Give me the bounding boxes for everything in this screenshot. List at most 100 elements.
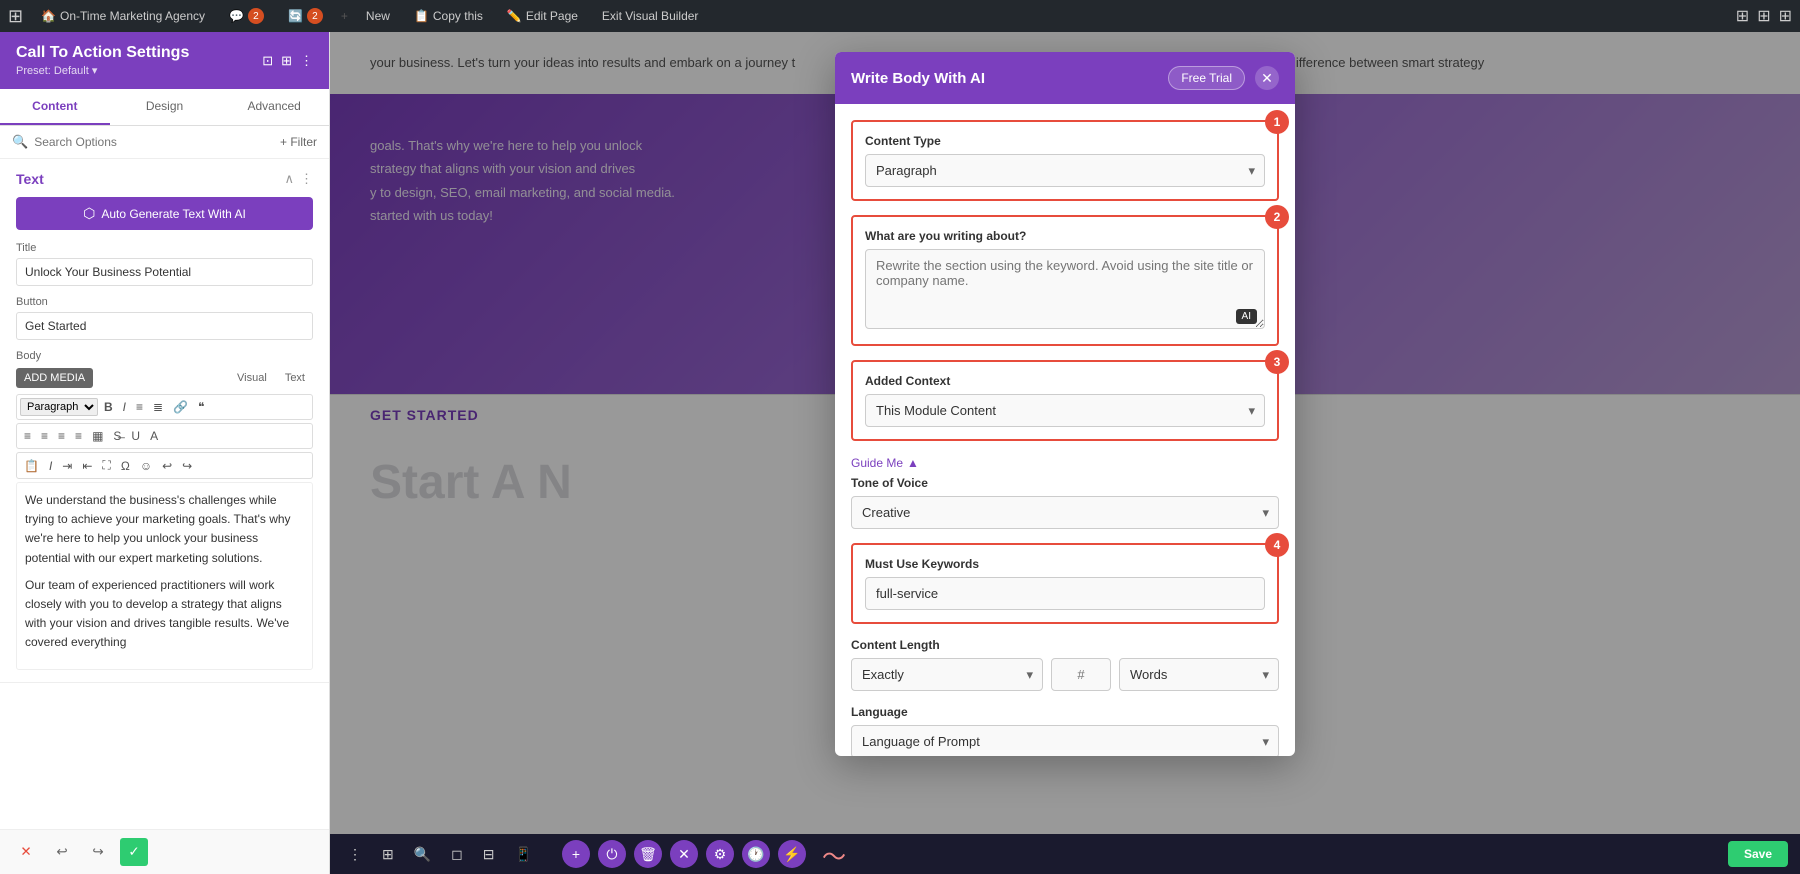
sidebar-layout-icon[interactable]: ⊞: [281, 53, 292, 69]
ai-generate-button[interactable]: ⬡ Auto Generate Text With AI: [16, 197, 313, 230]
search-icon: 🔍: [12, 134, 28, 150]
title-label: Title: [16, 242, 313, 254]
tab-content[interactable]: Content: [0, 89, 110, 125]
filter-button[interactable]: + Filter: [280, 135, 317, 149]
admin-icon-2[interactable]: ⊞: [1757, 6, 1770, 26]
admin-icon-1[interactable]: ⊞: [1736, 6, 1749, 26]
save-bottom-btn[interactable]: ✓: [120, 838, 148, 866]
keywords-input[interactable]: [865, 577, 1265, 610]
admin-icon-3[interactable]: ⊞: [1779, 6, 1792, 26]
length-type-select[interactable]: Exactly At Least At Most: [851, 658, 1043, 691]
sidebar-menu-icon[interactable]: ⋮: [300, 53, 313, 69]
edit-icon: ✏️: [507, 9, 522, 23]
modal-overlay: Write Body With AI Free Trial ✕ 1 Conten…: [330, 32, 1800, 834]
toolbar-filter-btn[interactable]: ⚡: [778, 840, 806, 868]
toolbar-add-btn[interactable]: +: [562, 840, 590, 868]
added-context-wrapper: This Module Content Page Content None: [865, 394, 1265, 427]
italic-btn[interactable]: I: [119, 398, 130, 416]
copy-this-link[interactable]: 📋 Copy this: [408, 5, 489, 27]
tone-select[interactable]: Creative Professional Casual Formal Pers…: [851, 496, 1279, 529]
outdent-btn[interactable]: ⇤: [78, 457, 96, 475]
align-left-btn[interactable]: ≡: [20, 427, 35, 445]
ai-icon: ⬡: [83, 205, 95, 222]
toolbar-close-btn[interactable]: ✕: [670, 840, 698, 868]
align-center-btn[interactable]: ≡: [37, 427, 52, 445]
body-text-editor[interactable]: We understand the business's challenges …: [16, 482, 313, 670]
paragraph-select[interactable]: Paragraph: [20, 398, 98, 416]
toolbar-layout-btn[interactable]: ⊞: [376, 842, 400, 867]
emoji-btn[interactable]: ☺: [136, 457, 156, 475]
collapse-icon[interactable]: ∧: [284, 171, 294, 187]
ai-textarea-button[interactable]: AI: [1236, 309, 1257, 324]
toolbar-decoration: 〜: [822, 837, 846, 872]
sidebar-title: Call To Action Settings: [16, 44, 189, 62]
table-btn[interactable]: ▦: [88, 427, 107, 445]
copy-icon: 📋: [414, 9, 429, 23]
wordpress-icon[interactable]: ⊞: [8, 6, 23, 27]
search-input[interactable]: [34, 135, 274, 149]
bold-btn[interactable]: B: [100, 398, 117, 416]
quote-btn[interactable]: ❝: [194, 398, 208, 416]
content-type-select[interactable]: Paragraph List Headers FAQ: [865, 154, 1265, 187]
edit-page-link[interactable]: ✏️ Edit Page: [501, 5, 584, 27]
undo-changes-btn[interactable]: ↩: [48, 838, 76, 866]
undo-btn[interactable]: ↩: [158, 457, 176, 475]
content-length-section: Content Length Exactly At Least At Most: [851, 638, 1279, 691]
link-btn[interactable]: 🔗: [169, 398, 192, 416]
writing-about-label: What are you writing about?: [865, 229, 1265, 243]
discard-btn[interactable]: ✕: [12, 838, 40, 866]
language-select[interactable]: Language of Prompt English Spanish Frenc…: [851, 725, 1279, 756]
tab-advanced[interactable]: Advanced: [219, 89, 329, 125]
toolbar-menu-btn[interactable]: ⋮: [342, 842, 368, 867]
updates-link[interactable]: 🔄 2: [282, 4, 329, 28]
italic2-btn[interactable]: I: [45, 457, 56, 475]
site-icon: 🏠: [41, 9, 56, 23]
toolbar-delete-btn[interactable]: 🗑: [634, 840, 662, 868]
omega-btn[interactable]: Ω: [117, 457, 134, 475]
exit-builder-link[interactable]: Exit Visual Builder: [596, 5, 705, 27]
underline-btn[interactable]: U: [127, 427, 144, 445]
redo-changes-btn[interactable]: ↪: [84, 838, 112, 866]
content-type-wrapper: Paragraph List Headers FAQ: [865, 154, 1265, 187]
free-trial-button[interactable]: Free Trial: [1168, 66, 1245, 90]
guide-me-link[interactable]: Guide Me ▲: [851, 456, 919, 470]
strikethrough-btn[interactable]: S̶: [109, 427, 125, 445]
align-justify-btn[interactable]: ≡: [71, 427, 86, 445]
length-unit-select[interactable]: Words Sentences Paragraphs: [1119, 658, 1279, 691]
admin-bar: ⊞ 🏠 On-Time Marketing Agency 💬 2 🔄 2 + N…: [0, 0, 1800, 32]
modal-close-button[interactable]: ✕: [1255, 66, 1279, 90]
list-ul-btn[interactable]: ≡: [132, 398, 147, 416]
tab-design[interactable]: Design: [110, 89, 220, 125]
more-icon[interactable]: ⋮: [300, 171, 313, 187]
added-context-select[interactable]: This Module Content Page Content None: [865, 394, 1265, 427]
site-name[interactable]: 🏠 On-Time Marketing Agency: [35, 5, 211, 27]
new-link[interactable]: New: [360, 5, 396, 27]
button-input[interactable]: [16, 312, 313, 340]
add-media-button[interactable]: ADD MEDIA: [16, 368, 93, 388]
toolbar-mobile-btn[interactable]: 📱: [509, 842, 538, 867]
toolbar-clock-btn[interactable]: 🕐: [742, 840, 770, 868]
paste-btn[interactable]: 📋: [20, 457, 43, 475]
indent-btn[interactable]: ⇥: [58, 457, 76, 475]
toolbar-search-btn[interactable]: 🔍: [408, 842, 437, 867]
toolbar-settings-btn[interactable]: ⚙: [706, 840, 734, 868]
comments-link[interactable]: 💬 2: [223, 4, 270, 28]
toolbar-columns-btn[interactable]: ⊟: [477, 842, 501, 867]
title-input[interactable]: [16, 258, 313, 286]
text-color-btn[interactable]: A: [146, 427, 162, 445]
step3-badge: 3: [1265, 350, 1289, 374]
sidebar-preset[interactable]: Preset: Default ▾: [16, 64, 189, 77]
redo-btn[interactable]: ↪: [178, 457, 196, 475]
writing-about-textarea[interactable]: [865, 249, 1265, 329]
tab-visual[interactable]: Visual: [229, 369, 275, 387]
align-right-btn[interactable]: ≡: [54, 427, 69, 445]
toolbar-power-btn[interactable]: ⏻: [598, 840, 626, 868]
tab-text[interactable]: Text: [277, 369, 313, 387]
list-ol-btn[interactable]: ≣: [149, 398, 167, 416]
length-number-input[interactable]: [1051, 658, 1111, 691]
save-button[interactable]: Save: [1728, 841, 1788, 867]
fullscreen-btn[interactable]: ⛶: [98, 456, 114, 475]
sidebar-expand-icon[interactable]: ⊡: [262, 53, 273, 69]
content-length-label: Content Length: [851, 638, 1279, 652]
toolbar-view-btn[interactable]: ◻: [445, 842, 469, 867]
